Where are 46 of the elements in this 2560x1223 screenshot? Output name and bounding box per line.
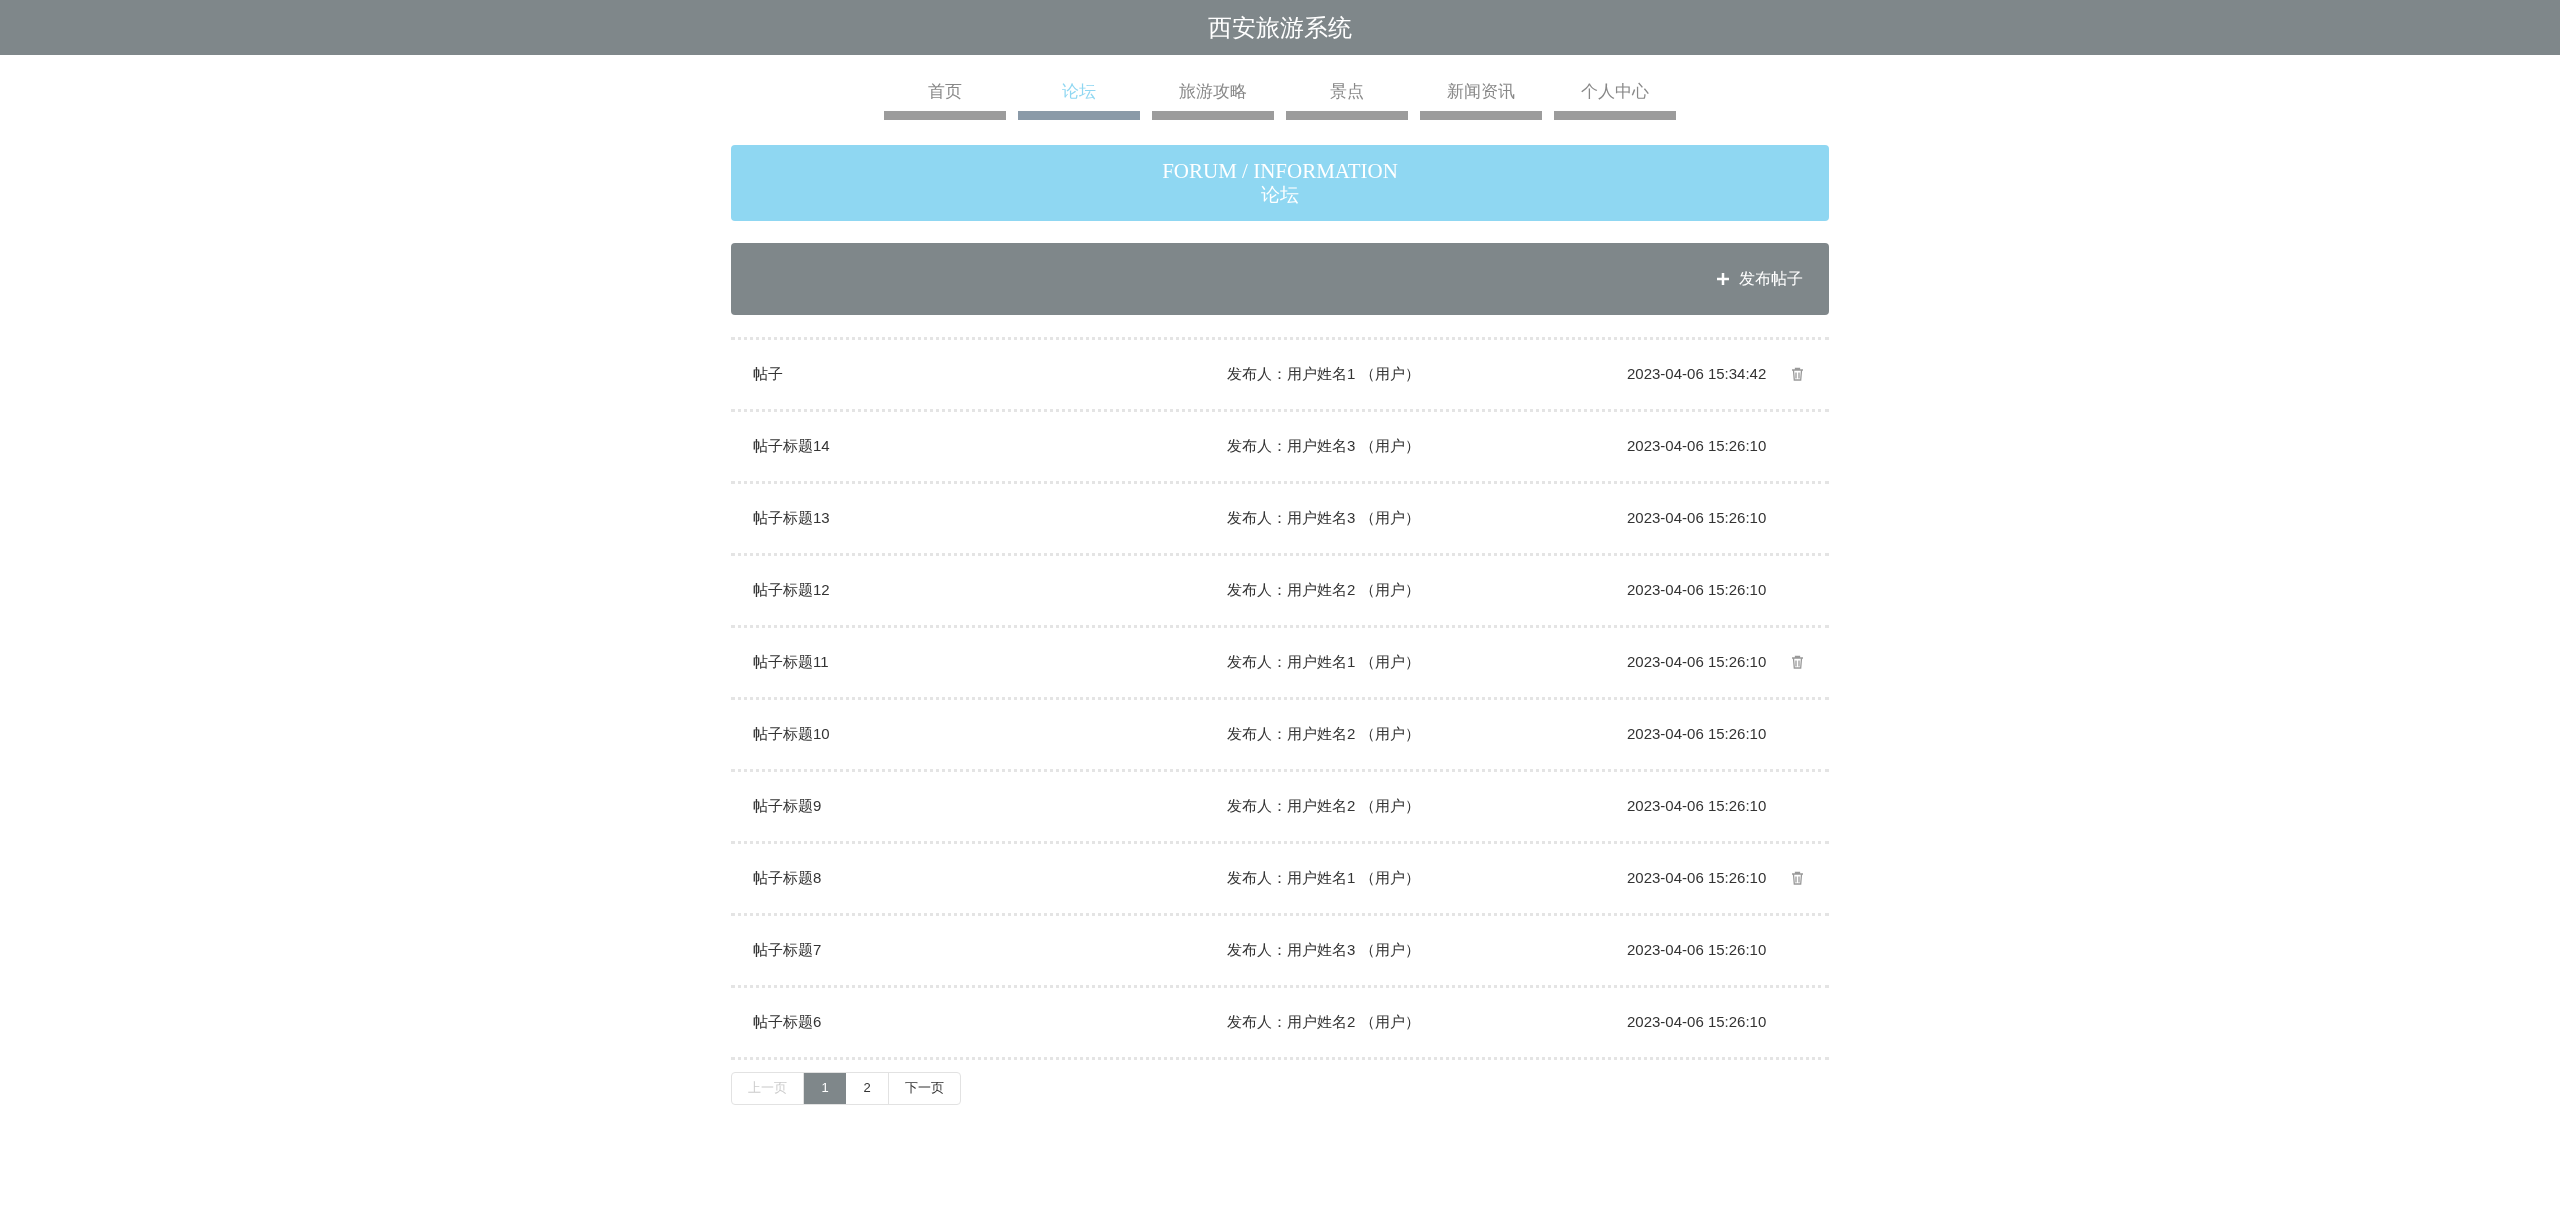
post-title[interactable]: 帖子标题12 [753, 578, 1227, 602]
trash-icon[interactable] [1791, 367, 1804, 381]
banner-subtitle: 论坛 [1261, 182, 1299, 207]
nav-tab[interactable]: 首页 [884, 79, 1006, 120]
nav-tab[interactable]: 个人中心 [1554, 79, 1676, 120]
post-time: 2023-04-06 15:26:10 [1627, 651, 1768, 672]
banner-title: FORUM / INFORMATION [1162, 158, 1398, 183]
plus-icon [1715, 270, 1731, 287]
post-author: 发布人：用户姓名2 （用户） [1227, 1011, 1421, 1032]
nav-tab[interactable]: 景点 [1286, 79, 1408, 120]
post-title[interactable]: 帖子标题7 [753, 938, 1227, 962]
post-author: 发布人：用户姓名2 （用户） [1227, 723, 1421, 744]
post-title[interactable]: 帖子标题9 [753, 794, 1227, 818]
nav-tab[interactable]: 新闻资讯 [1420, 79, 1542, 120]
post-author: 发布人：用户姓名3 （用户） [1227, 939, 1421, 960]
post-time: 2023-04-06 15:34:42 [1627, 363, 1768, 384]
post-title[interactable]: 帖子标题6 [753, 1010, 1227, 1034]
post-author: 发布人：用户姓名1 （用户） [1227, 363, 1421, 384]
post-time: 2023-04-06 15:26:10 [1627, 507, 1768, 528]
post-time: 2023-04-06 15:26:10 [1627, 795, 1768, 816]
post-author: 发布人：用户姓名2 （用户） [1227, 795, 1421, 816]
post-author: 发布人：用户姓名3 （用户） [1227, 507, 1421, 528]
post-author: 发布人：用户姓名1 （用户） [1227, 867, 1421, 888]
page-number[interactable]: 1 [804, 1072, 846, 1104]
new-post-button[interactable]: 发布帖子 [1715, 266, 1803, 291]
post-title[interactable]: 帖子标题14 [753, 434, 1227, 458]
post-title[interactable]: 帖子标题8 [753, 866, 1227, 890]
nav-tab[interactable]: 旅游攻略 [1152, 79, 1274, 120]
post-time: 2023-04-06 15:26:10 [1627, 1011, 1768, 1032]
post-time: 2023-04-06 15:26:10 [1627, 867, 1768, 888]
next-page-button[interactable]: 下一页 [888, 1072, 960, 1104]
post-author: 发布人：用户姓名1 （用户） [1227, 651, 1421, 672]
trash-icon[interactable] [1791, 655, 1804, 669]
post-title[interactable]: 帖子 [753, 362, 1227, 386]
post-time: 2023-04-06 15:26:10 [1627, 723, 1768, 744]
post-author: 发布人：用户姓名3 （用户） [1227, 435, 1421, 456]
post-author: 发布人：用户姓名2 （用户） [1227, 579, 1421, 600]
post-time: 2023-04-06 15:26:10 [1627, 435, 1768, 456]
post-time: 2023-04-06 15:26:10 [1627, 939, 1768, 960]
trash-icon[interactable] [1791, 871, 1804, 885]
page-number[interactable]: 2 [846, 1072, 888, 1104]
post-title[interactable]: 帖子标题10 [753, 722, 1227, 746]
post-title[interactable]: 帖子标题11 [753, 650, 1227, 674]
post-title[interactable]: 帖子标题13 [753, 506, 1227, 530]
post-time: 2023-04-06 15:26:10 [1627, 579, 1768, 600]
site-title: 西安旅游系统 [1208, 12, 1352, 43]
